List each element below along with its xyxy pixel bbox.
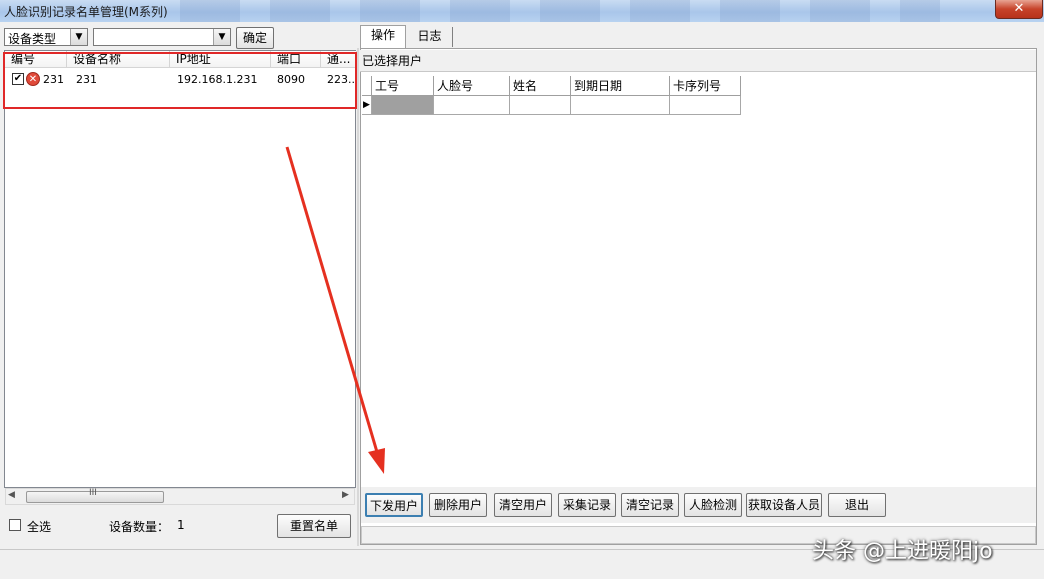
clear-users-button[interactable]: 清空用户 — [494, 493, 552, 517]
clear-records-button[interactable]: 清空记录 — [621, 493, 679, 517]
exit-button[interactable]: 退出 — [828, 493, 886, 517]
get-device-users-button[interactable]: 获取设备人员 — [746, 493, 822, 517]
delete-users-button[interactable]: 删除用户 — [429, 493, 487, 517]
watermark: 头条 @上进暖阳jo — [812, 539, 993, 564]
send-users-button[interactable]: 下发用户 — [365, 493, 423, 517]
collect-records-button[interactable]: 采集记录 — [558, 493, 616, 517]
face-detect-button[interactable]: 人脸检测 — [684, 493, 742, 517]
